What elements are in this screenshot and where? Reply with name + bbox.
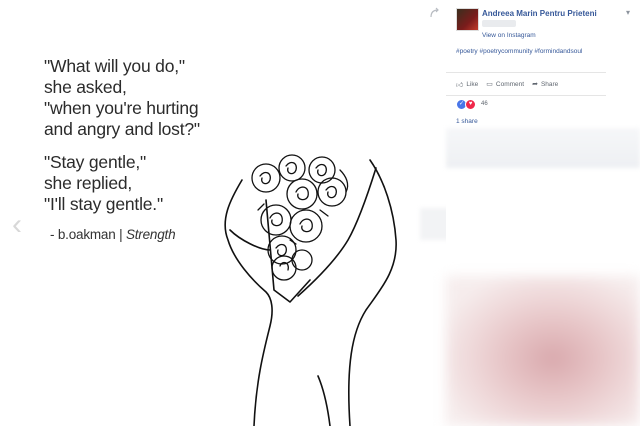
view-on-instagram-link[interactable]: View on Instagram bbox=[482, 32, 536, 39]
photo-viewer: "What will you do," she asked, "when you… bbox=[0, 0, 446, 426]
reaction-summary[interactable]: ✓ ♥ 46 bbox=[456, 98, 488, 110]
post-timestamp[interactable] bbox=[482, 20, 516, 27]
poem-line: she asked, bbox=[44, 77, 127, 97]
blurred-ad-image bbox=[446, 276, 640, 426]
share-label: Share bbox=[540, 80, 559, 88]
comment-icon: ▭ bbox=[486, 81, 493, 88]
chevron-down-icon[interactable]: ▾ bbox=[626, 8, 630, 17]
like-button[interactable]: 👍︎ Like bbox=[456, 80, 478, 89]
share-button[interactable]: ➦ Share bbox=[532, 80, 559, 89]
poem-line: "when you're hurting bbox=[44, 98, 199, 118]
poem-line: and angry and lost?" bbox=[44, 119, 200, 139]
like-label: Like bbox=[466, 80, 479, 88]
love-reaction-icon: ♥ bbox=[465, 98, 476, 110]
poem-line: "What will you do," bbox=[44, 56, 185, 76]
chevron-left-icon[interactable]: ‹ bbox=[6, 208, 28, 242]
reaction-count: 46 bbox=[481, 101, 488, 107]
post-actions: 👍︎ Like ▭ Comment ➦ Share bbox=[456, 76, 606, 92]
post-sidebar: Andreea Marin Pentru Prieteni ▾ View on … bbox=[446, 0, 640, 426]
avatar[interactable] bbox=[456, 8, 479, 31]
share-count[interactable]: 1 share bbox=[456, 118, 478, 125]
thumbs-up-icon: 👍︎ bbox=[456, 81, 464, 89]
blurred-comments-area bbox=[446, 128, 640, 168]
share-icon: ➦ bbox=[532, 81, 538, 88]
signature-author: - b.oakman | bbox=[50, 227, 123, 242]
author-name[interactable]: Andreea Marin Pentru Prieteni bbox=[482, 9, 597, 18]
comment-button[interactable]: ▭ Comment bbox=[486, 80, 525, 89]
post-hashtags[interactable]: #poetry #poetrycommunity #formindandsoul bbox=[456, 48, 636, 55]
line-drawing-illustration bbox=[224, 154, 397, 426]
signature-title: Strength bbox=[125, 227, 176, 242]
post-header: Andreea Marin Pentru Prieteni ▾ View on … bbox=[456, 8, 636, 44]
comment-label: Comment bbox=[495, 80, 525, 88]
share-arrow-icon[interactable] bbox=[428, 6, 442, 20]
